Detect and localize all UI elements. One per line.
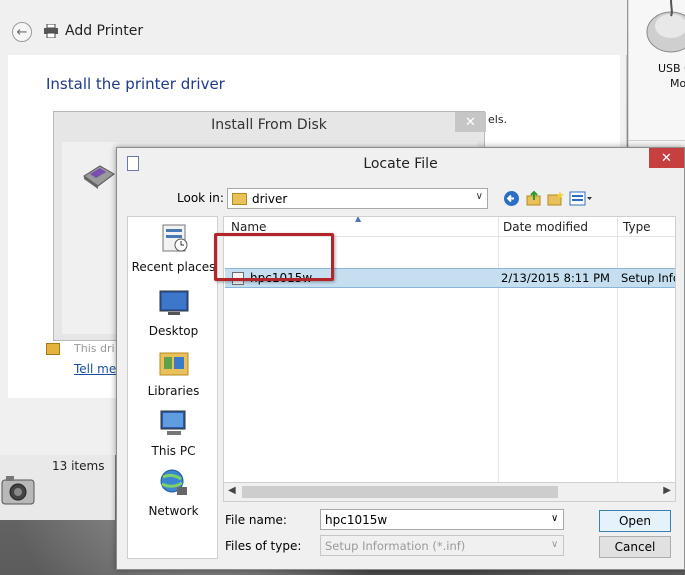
- close-icon[interactable]: ✕: [649, 148, 684, 168]
- column-divider[interactable]: [617, 217, 618, 501]
- file-name-input[interactable]: [320, 509, 564, 530]
- wizard-title: Add Printer: [65, 23, 144, 39]
- place-label: Network: [148, 504, 199, 518]
- file-date-modified: 2/13/2015 8:11 PM: [501, 271, 610, 285]
- scroll-right-icon[interactable]: ▶: [663, 485, 671, 496]
- column-header-name[interactable]: Name: [231, 220, 266, 234]
- back-icon[interactable]: [503, 190, 520, 207]
- tell-me-link[interactable]: Tell me: [74, 362, 116, 376]
- device-label-line2: Mo: [670, 77, 685, 90]
- items-count: 13 items: [52, 459, 105, 473]
- floppy-disk-icon: [83, 165, 115, 189]
- new-folder-icon[interactable]: [547, 190, 564, 207]
- view-menu-icon[interactable]: [569, 190, 593, 207]
- folder-icon: [232, 192, 247, 205]
- look-in-dropdown[interactable]: driver ∨: [227, 188, 488, 209]
- chevron-down-icon: ∨: [551, 539, 559, 550]
- this-pc-icon: [160, 410, 185, 435]
- column-header-type[interactable]: Type: [623, 220, 651, 234]
- dialog-body: Look in: driver ∨ Recent places Desktop …: [123, 178, 680, 565]
- network-icon: [160, 469, 187, 495]
- wizard-header: ← Add Printer: [0, 0, 627, 55]
- open-button[interactable]: Open: [599, 510, 671, 532]
- place-this-pc[interactable]: This PC: [128, 407, 219, 458]
- unsigned-driver-note: This dri: [74, 342, 115, 355]
- place-recent-places[interactable]: Recent places: [128, 223, 219, 274]
- sort-ascending-icon: ▲: [355, 216, 362, 223]
- place-network[interactable]: Network: [128, 467, 219, 518]
- wizard-body-text: els.: [488, 113, 508, 126]
- horizontal-scrollbar[interactable]: ◀ ▶: [223, 482, 676, 502]
- look-in-label: Look in:: [177, 191, 224, 205]
- camera-icon: [1, 476, 35, 505]
- usb-mouse-icon: [646, 0, 685, 53]
- place-desktop[interactable]: Desktop: [128, 287, 219, 338]
- title-bar: Locate File ✕: [117, 148, 684, 178]
- up-folder-icon[interactable]: [525, 190, 542, 207]
- column-divider[interactable]: [498, 217, 499, 501]
- dialog-title: Locate File: [363, 156, 438, 172]
- libraries-icon: [159, 352, 188, 376]
- install-driver-heading: Install the printer driver: [46, 75, 225, 93]
- locate-file-dialog: Locate File ✕ Look in: driver ∨ Recent p…: [116, 147, 685, 570]
- place-label: Libraries: [147, 384, 200, 398]
- places-bar: Recent places Desktop Libraries This PC …: [127, 216, 218, 559]
- cancel-button[interactable]: Cancel: [599, 536, 671, 558]
- shield-icon: [46, 343, 60, 355]
- divider: [629, 140, 685, 141]
- back-arrow-icon[interactable]: ←: [12, 22, 32, 42]
- place-label: Desktop: [148, 324, 199, 338]
- place-libraries[interactable]: Libraries: [128, 347, 219, 398]
- scroll-thumb[interactable]: [242, 486, 558, 498]
- scroll-left-icon[interactable]: ◀: [228, 485, 236, 496]
- files-of-type-dropdown[interactable]: Setup Information (*.inf): [320, 535, 564, 556]
- place-label: Recent places: [131, 260, 216, 274]
- navigation-toolbar: [503, 189, 593, 207]
- chevron-down-icon[interactable]: ∨: [551, 513, 558, 524]
- chevron-down-icon: ∨: [475, 191, 483, 202]
- place-label: This PC: [151, 444, 196, 458]
- column-header-date-modified[interactable]: Date modified: [503, 220, 588, 234]
- dialog-title: Install From Disk: [211, 117, 327, 133]
- files-of-type-label: Files of type:: [225, 539, 302, 553]
- close-icon[interactable]: ✕: [455, 112, 486, 132]
- printer-icon: [44, 24, 58, 38]
- look-in-value: driver: [252, 191, 288, 206]
- highlight-annotation: [214, 233, 334, 281]
- desktop-icon: [159, 290, 188, 315]
- recent-places-icon: [162, 224, 187, 252]
- file-type: Setup Info: [621, 271, 676, 285]
- file-name-label: File name:: [225, 513, 287, 527]
- device-label: USB C: [658, 62, 685, 75]
